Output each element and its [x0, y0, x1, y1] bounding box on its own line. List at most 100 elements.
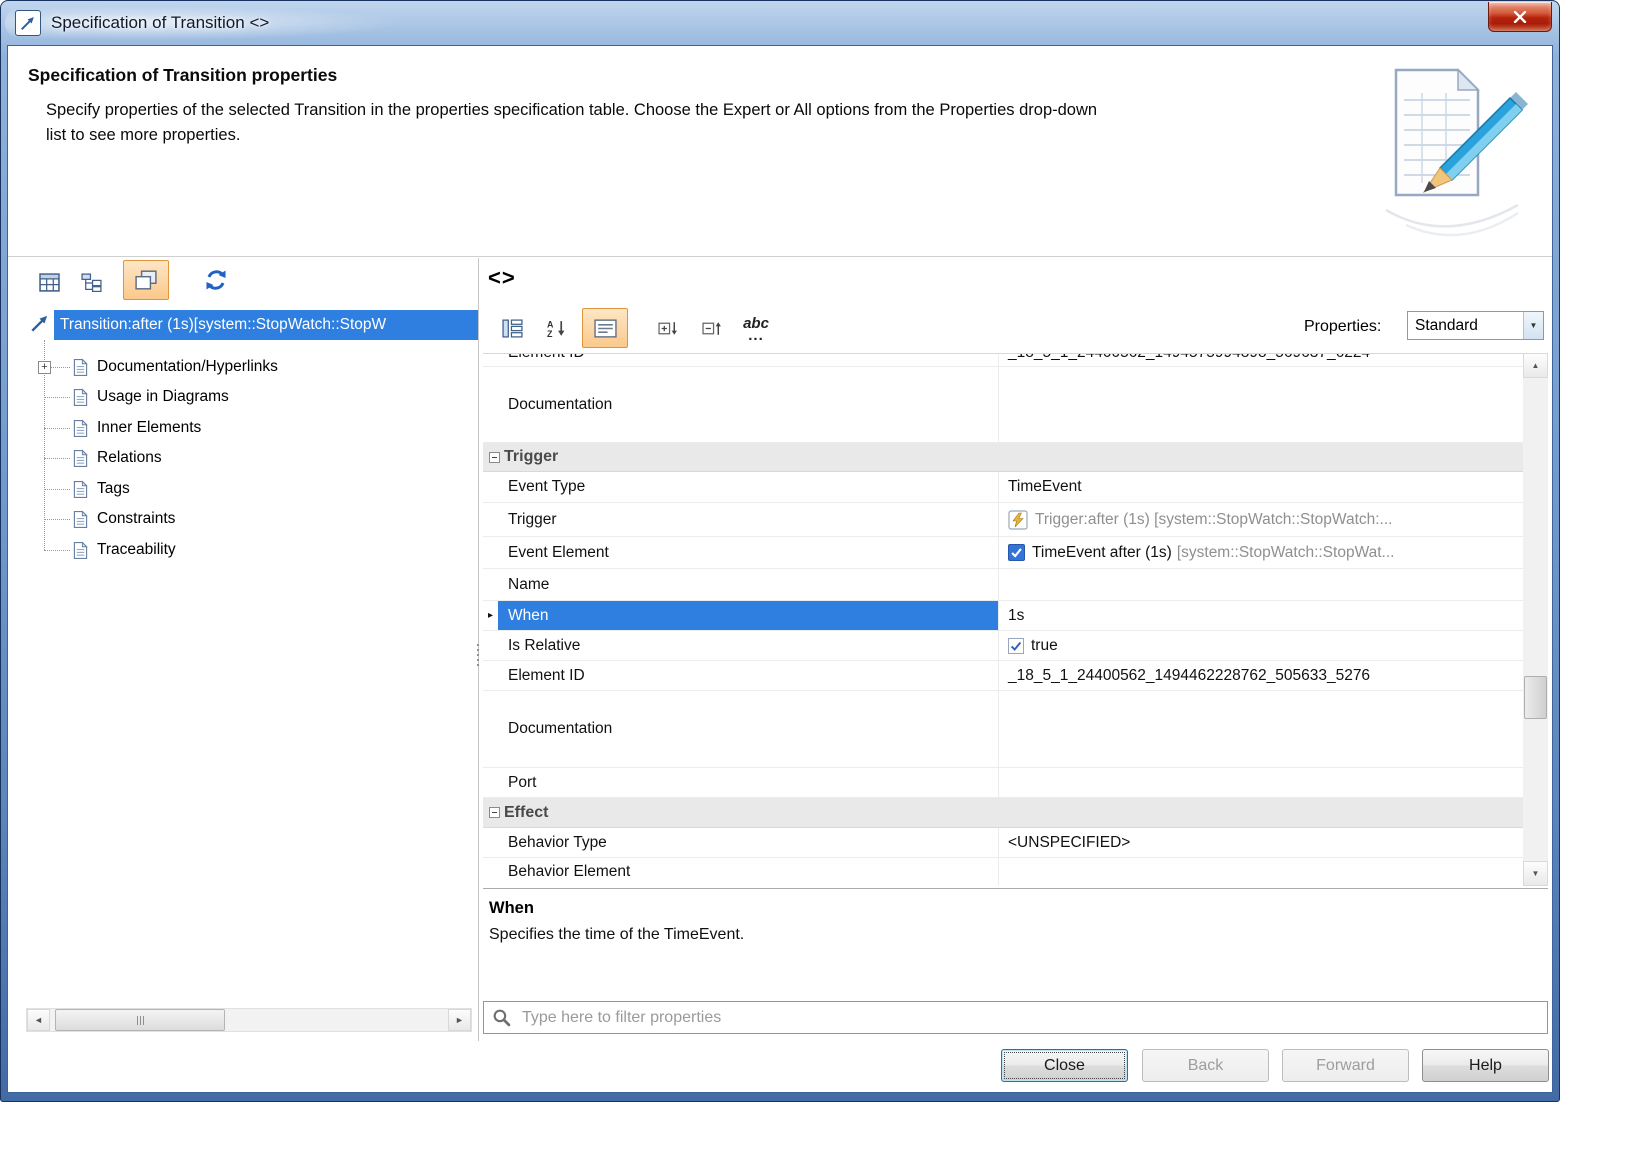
document-icon — [73, 480, 88, 499]
left-horizontal-scrollbar[interactable]: ◄ ► — [26, 1008, 472, 1032]
grid-view-button[interactable] — [30, 264, 68, 300]
tree-connector — [44, 428, 70, 429]
show-description-button-selected[interactable] — [582, 308, 628, 348]
document-icon — [73, 449, 88, 468]
sort-alphabetically-button[interactable]: A Z — [537, 309, 575, 347]
tree-view-button[interactable] — [72, 264, 110, 300]
checkbox-checked-icon[interactable] — [1008, 544, 1025, 561]
table-row-is-relative[interactable]: Is Relative true — [483, 631, 1523, 661]
table-row-trigger[interactable]: Trigger Trigger:after (1s) [system::Stop… — [483, 503, 1523, 537]
selected-element-title: <> — [488, 265, 516, 291]
table-row-element-id[interactable]: Element ID _18_5_1_24400562_149446222876… — [483, 661, 1523, 691]
tree-item-label: Documentation/Hyperlinks — [97, 358, 278, 376]
property-value[interactable]: _18_5_1_24400562_1494575994898_569637_62… — [998, 354, 1523, 367]
forward-button[interactable]: Forward — [1282, 1049, 1409, 1082]
header-description-line1: Specify properties of the selected Trans… — [46, 98, 1097, 123]
properties-dropdown[interactable]: Standard ▼ — [1407, 311, 1544, 340]
section-header-trigger[interactable]: Trigger — [483, 443, 1523, 472]
table-vertical-scrollbar[interactable]: ▲ ▼ — [1523, 353, 1548, 886]
collapse-section-icon[interactable] — [489, 807, 500, 818]
abc-options-button[interactable]: abc ... — [733, 309, 779, 349]
row-gutter — [483, 768, 498, 797]
scroll-right-button[interactable]: ► — [448, 1009, 471, 1031]
tree-item-documentation-hyperlinks[interactable]: Documentation/Hyperlinks — [44, 352, 278, 382]
svg-text:Z: Z — [547, 328, 553, 337]
collapse-section-icon[interactable] — [489, 452, 500, 463]
row-gutter — [483, 472, 498, 502]
tree-item-inner-elements[interactable]: Inner Elements — [44, 413, 201, 443]
filter-input[interactable] — [520, 1008, 1547, 1028]
tree-root-item-transition[interactable]: Transition:after (1s)[system::StopWatch:… — [54, 310, 478, 340]
scroll-left-button[interactable]: ◄ — [27, 1009, 50, 1031]
property-value[interactable] — [998, 367, 1523, 442]
tree-item-constraints[interactable]: Constraints — [44, 504, 175, 534]
property-value[interactable]: TimeEvent after (1s) [system::StopWatch:… — [998, 537, 1523, 568]
categorized-view-button[interactable] — [493, 309, 531, 347]
header-description: Specify properties of the selected Trans… — [46, 98, 1097, 148]
table-row-name[interactable]: Name — [483, 569, 1523, 601]
table-row-port[interactable]: Port — [483, 768, 1523, 798]
row-gutter — [483, 631, 498, 660]
search-icon — [492, 1008, 511, 1027]
table-row-clipped-element-id[interactable]: Element ID _18_5_1_24400562_149457599489… — [483, 354, 1523, 367]
categorized-view-icon — [502, 319, 523, 338]
help-button[interactable]: Help — [1422, 1049, 1549, 1082]
scroll-down-button[interactable]: ▼ — [1523, 861, 1548, 886]
property-value[interactable]: 1s — [998, 601, 1523, 630]
property-value[interactable]: Trigger:after (1s) [system::StopWatch::S… — [998, 503, 1523, 536]
scroll-track[interactable] — [50, 1009, 448, 1031]
property-name: Event Element — [498, 537, 998, 568]
property-name: Name — [498, 569, 998, 600]
row-gutter — [483, 569, 498, 600]
table-row-documentation[interactable]: Documentation — [483, 367, 1523, 443]
property-value[interactable]: _18_5_1_24400562_1494462228762_505633_52… — [998, 661, 1523, 690]
section-header-effect[interactable]: Effect — [483, 798, 1523, 828]
collapse-all-icon — [702, 319, 723, 338]
properties-label: Properties: — [1304, 312, 1381, 341]
window-title: Specification of Transition <> — [51, 1, 269, 45]
close-button[interactable] — [1488, 2, 1552, 32]
tree-item-usage-in-diagrams[interactable]: Usage in Diagrams — [44, 382, 229, 412]
document-icon — [73, 510, 88, 529]
titlebar[interactable]: Specification of Transition <> — [1, 1, 1559, 45]
table-row-event-element[interactable]: Event Element TimeEvent after (1s) [syst… — [483, 537, 1523, 569]
scroll-up-button[interactable]: ▲ — [1523, 353, 1548, 378]
header: Specification of Transition properties S… — [8, 46, 1552, 257]
row-gutter — [483, 367, 498, 442]
table-row-event-type[interactable]: Event Type TimeEvent — [483, 472, 1523, 503]
dialog-window: Specification of Transition <> Specifica… — [0, 0, 1560, 1102]
back-button[interactable]: Back — [1142, 1049, 1269, 1082]
tree-item-label: Inner Elements — [97, 419, 201, 437]
tree-connector — [44, 519, 70, 520]
expand-all-button[interactable] — [649, 309, 687, 347]
property-name: Element ID — [498, 354, 998, 367]
property-value[interactable]: TimeEvent — [998, 472, 1523, 502]
row-gutter — [483, 503, 498, 536]
table-row-when-selected[interactable]: ▸ When 1s — [483, 601, 1523, 631]
property-name: Documentation — [498, 367, 998, 442]
checkbox-checked-icon[interactable] — [1008, 638, 1024, 654]
tree-item-tags[interactable]: Tags — [44, 474, 130, 504]
close-dialog-button[interactable]: Close — [1001, 1049, 1128, 1082]
table-row-behavior-type[interactable]: Behavior Type <UNSPECIFIED> — [483, 828, 1523, 858]
property-value[interactable] — [998, 691, 1523, 767]
tree-item-relations[interactable]: Relations — [44, 443, 162, 473]
stack-view-button-selected[interactable] — [123, 260, 169, 300]
table-row-documentation-2[interactable]: Documentation — [483, 691, 1523, 768]
document-icon — [73, 419, 88, 438]
scroll-thumb[interactable] — [1524, 676, 1547, 719]
scroll-thumb[interactable] — [55, 1009, 225, 1031]
collapse-all-button[interactable] — [693, 309, 731, 347]
dropdown-arrow-icon[interactable]: ▼ — [1523, 312, 1543, 339]
property-value[interactable]: true — [998, 631, 1523, 660]
splitter-grip-icon[interactable] — [473, 638, 482, 672]
refresh-button[interactable] — [197, 262, 235, 298]
property-value[interactable] — [998, 569, 1523, 600]
property-value[interactable]: <UNSPECIFIED> — [998, 828, 1523, 857]
expand-toggle[interactable]: + — [38, 361, 51, 374]
property-value[interactable] — [998, 768, 1523, 797]
property-value[interactable] — [998, 858, 1523, 886]
tree-item-traceability[interactable]: Traceability — [44, 535, 176, 565]
tree-connector — [44, 397, 70, 398]
table-row-behavior-element[interactable]: Behavior Element — [483, 858, 1523, 886]
